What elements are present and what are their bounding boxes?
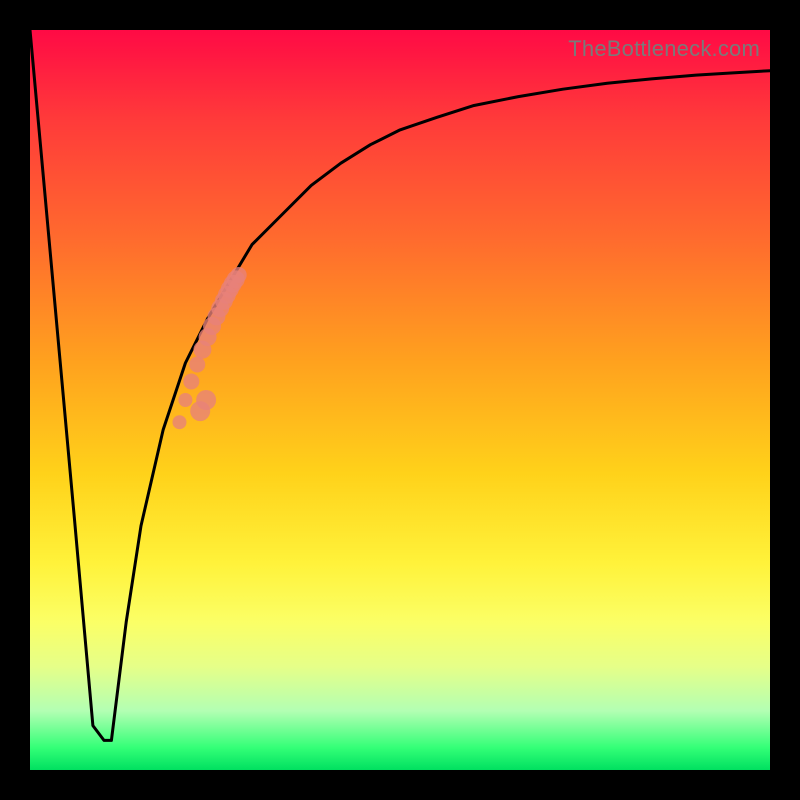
highlight-dot <box>178 393 192 407</box>
chart-svg <box>30 30 770 770</box>
highlight-dot <box>196 390 216 410</box>
bottleneck-curve <box>30 30 770 740</box>
plot-area: TheBottleneck.com <box>30 30 770 770</box>
highlight-dots-group <box>172 267 246 429</box>
highlight-dot <box>183 374 199 390</box>
highlight-dot <box>172 415 186 429</box>
chart-frame: TheBottleneck.com <box>0 0 800 800</box>
highlight-dot <box>189 356 205 372</box>
highlight-dot <box>231 267 247 283</box>
